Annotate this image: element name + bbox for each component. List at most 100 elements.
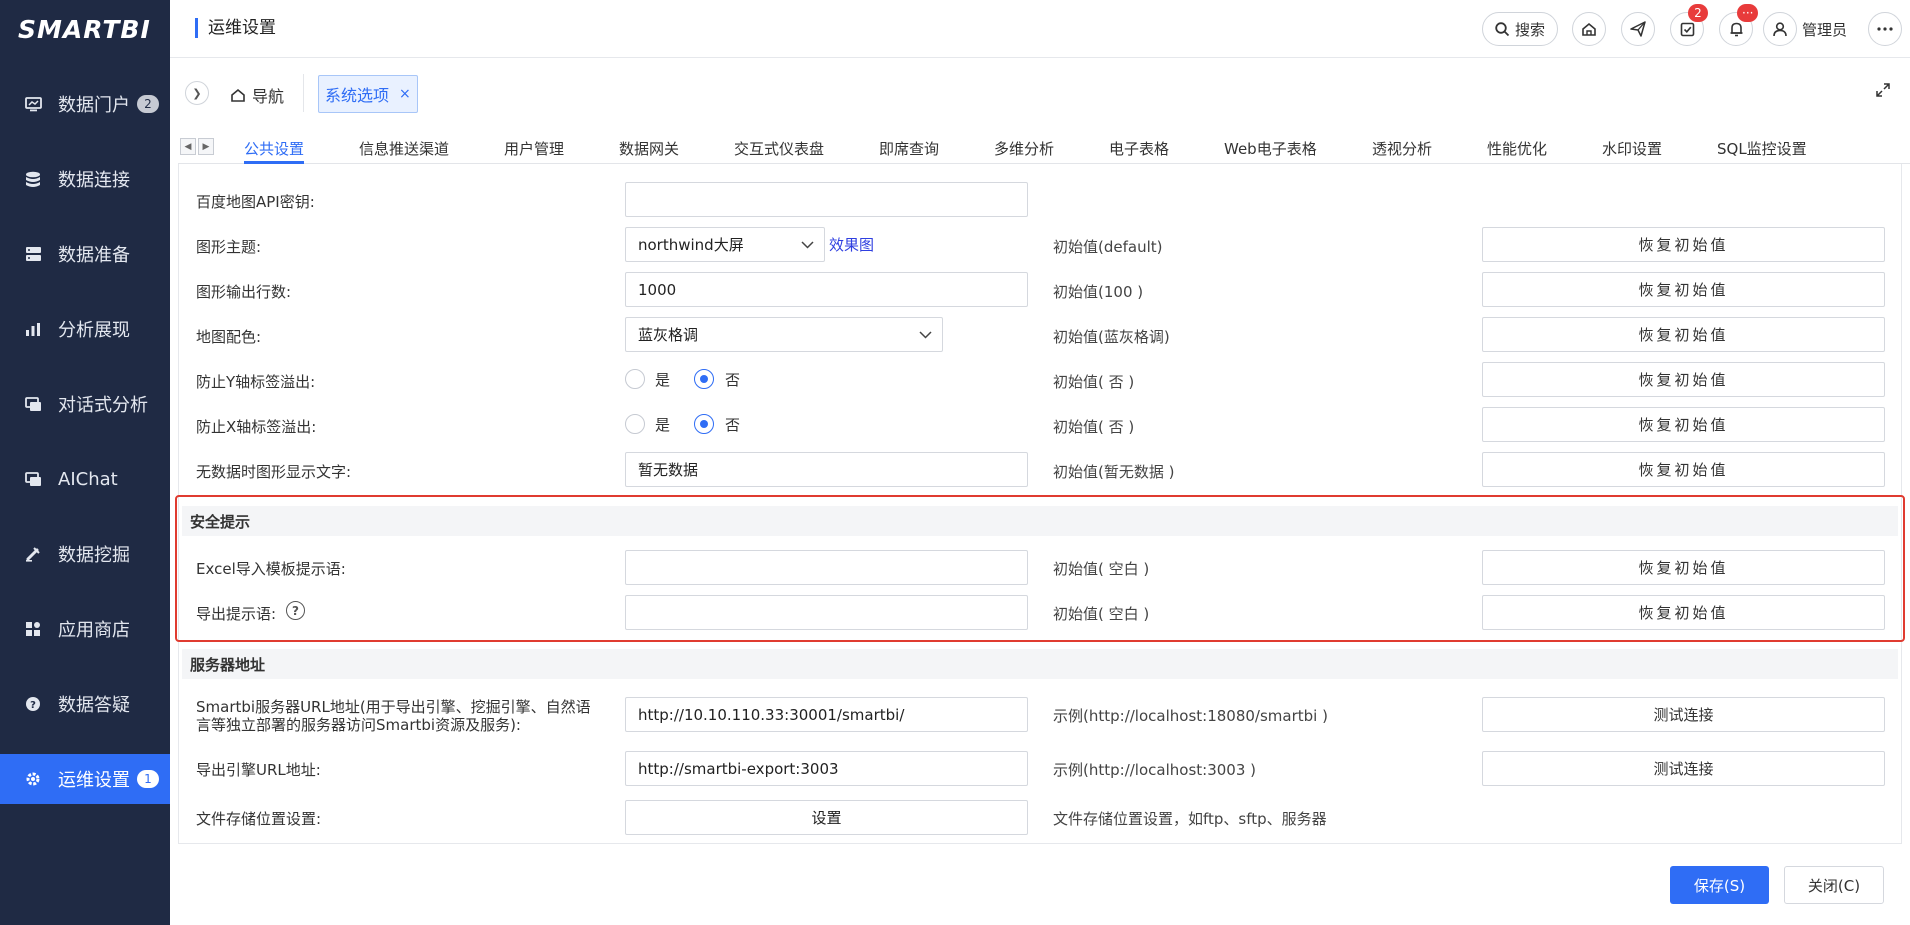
- sidebar-item-ops-settings[interactable]: 运维设置 1: [0, 754, 170, 804]
- send-button[interactable]: [1621, 12, 1655, 46]
- settings-subtabs: ◀ ▶ 公共设置 信息推送渠道 用户管理 数据网关 交互式仪表盘 即席查询 多维…: [178, 128, 1910, 164]
- subtab-sql-monitor[interactable]: SQL监控设置: [1717, 138, 1807, 159]
- subtab-olap[interactable]: 多维分析: [994, 138, 1054, 159]
- search-button[interactable]: 搜索: [1482, 12, 1558, 46]
- home-icon: [231, 88, 245, 102]
- export-hint-input[interactable]: [625, 595, 1028, 630]
- reset-button[interactable]: 恢复初始值: [1482, 227, 1885, 262]
- map-color-select[interactable]: 蓝灰格调: [625, 317, 943, 352]
- sidebar-item-data-connection[interactable]: 数据连接: [0, 154, 170, 204]
- subtab-adhoc-query[interactable]: 即席查询: [879, 138, 939, 159]
- svg-text:?: ?: [30, 700, 36, 711]
- sidebar-item-conversational[interactable]: 对话式分析: [0, 379, 170, 429]
- x-axis-yes-radio[interactable]: [625, 414, 645, 434]
- tasks-button[interactable]: 2: [1670, 4, 1708, 46]
- nav-label: 导航: [252, 87, 285, 106]
- select-value: northwind大屏: [638, 236, 744, 254]
- sidebar-item-label: 分析展现: [58, 320, 130, 341]
- no-data-text-input[interactable]: 暂无数据: [625, 452, 1028, 487]
- baidu-map-key-input[interactable]: [625, 182, 1028, 217]
- sidebar: SMARTBI 数据门户 2 数据连接 数据准备 分析展现 对话式分析 AICh…: [0, 0, 170, 925]
- fullscreen-button[interactable]: [1875, 82, 1891, 102]
- reset-button[interactable]: 恢复初始值: [1482, 407, 1885, 442]
- smartbi-logo: SMARTBI: [18, 14, 151, 44]
- notifications-button[interactable]: ···: [1719, 4, 1759, 46]
- subtab-data-gateway[interactable]: 数据网关: [619, 138, 679, 159]
- scroll-right-button[interactable]: ▶: [198, 138, 214, 155]
- reset-button[interactable]: 恢复初始值: [1482, 317, 1885, 352]
- gear-icon: [24, 770, 42, 788]
- sidebar-item-label: AIChat: [58, 468, 118, 490]
- y-axis-yes-radio[interactable]: [625, 369, 645, 389]
- chart-theme-select[interactable]: northwind大屏: [625, 227, 825, 262]
- subtab-public-settings[interactable]: 公共设置: [244, 138, 304, 159]
- help-icon[interactable]: ?: [286, 601, 305, 620]
- sidebar-item-label: 运维设置: [58, 770, 130, 791]
- chevron-right-icon: ❯: [192, 86, 202, 100]
- no-data-text-label: 无数据时图形显示文字:: [196, 463, 352, 481]
- portal-icon: [24, 95, 42, 113]
- home-icon: [1582, 22, 1596, 36]
- expand-nav-button[interactable]: ❯: [185, 81, 209, 105]
- export-engine-url-input[interactable]: http://smartbi-export:3003: [625, 751, 1028, 786]
- file-storage-settings-button[interactable]: 设置: [625, 800, 1028, 835]
- reset-button[interactable]: 恢复初始值: [1482, 272, 1885, 307]
- sidebar-item-label: 数据准备: [58, 245, 130, 266]
- reset-button[interactable]: 恢复初始值: [1482, 550, 1885, 585]
- count-badge: 1: [137, 770, 159, 788]
- subtab-performance[interactable]: 性能优化: [1487, 138, 1547, 159]
- subtab-user-management[interactable]: 用户管理: [504, 138, 564, 159]
- database-icon: [24, 170, 42, 188]
- tab-system-options[interactable]: 系统选项 ×: [318, 75, 418, 113]
- user-icon: [1773, 22, 1787, 37]
- sidebar-item-data-portal[interactable]: 数据门户 2: [0, 79, 170, 129]
- chart-output-rows-input[interactable]: 1000: [625, 272, 1028, 307]
- subtab-watermark[interactable]: 水印设置: [1602, 138, 1662, 159]
- reset-button[interactable]: 恢复初始值: [1482, 362, 1885, 397]
- initial-value-text: 初始值( 否 ): [1053, 373, 1135, 391]
- radio-label: 否: [725, 416, 741, 434]
- y-axis-no-radio[interactable]: [694, 369, 714, 389]
- sidebar-item-label: 数据连接: [58, 170, 130, 191]
- x-axis-overflow-label: 防止X轴标签溢出:: [196, 418, 317, 436]
- server-url-input[interactable]: http://10.10.110.33:30001/smartbi/: [625, 697, 1028, 732]
- test-connection-button[interactable]: 测试连接: [1482, 697, 1885, 732]
- notification-badge: ···: [1737, 4, 1759, 22]
- sidebar-item-app-store[interactable]: 应用商店: [0, 604, 170, 654]
- sidebar-item-data-mining[interactable]: 数据挖掘: [0, 529, 170, 579]
- radio-label: 否: [725, 371, 741, 389]
- section-server-header: 服务器地址: [182, 649, 1898, 679]
- reset-button[interactable]: 恢复初始值: [1482, 452, 1885, 487]
- excel-import-hint-input[interactable]: [625, 550, 1028, 585]
- preview-link[interactable]: 效果图: [829, 234, 874, 255]
- top-header: 运维设置 搜索 2 ··· 管理员: [170, 0, 1910, 58]
- scroll-left-button[interactable]: ◀: [180, 138, 196, 155]
- test-connection-button[interactable]: 测试连接: [1482, 751, 1885, 786]
- sidebar-item-label: 应用商店: [58, 620, 130, 641]
- initial-value-text: 初始值(100 ): [1053, 283, 1144, 301]
- subtab-spreadsheet[interactable]: 电子表格: [1109, 138, 1169, 159]
- user-avatar[interactable]: [1763, 12, 1797, 46]
- more-button[interactable]: [1868, 12, 1902, 46]
- subtab-push-channels[interactable]: 信息推送渠道: [359, 138, 449, 159]
- chevron-down-icon: [801, 240, 814, 249]
- subtab-web-spreadsheet[interactable]: Web电子表格: [1224, 138, 1317, 159]
- close-icon[interactable]: ×: [399, 86, 411, 102]
- example-text: 示例(http://localhost:18080/smartbi ): [1053, 707, 1328, 725]
- sidebar-item-aichat[interactable]: AIChat: [0, 454, 170, 504]
- initial-value-text: 初始值(default): [1053, 238, 1163, 256]
- sidebar-item-qa[interactable]: ? 数据答疑: [0, 679, 170, 729]
- file-storage-hint: 文件存储位置设置，如ftp、sftp、服务器: [1053, 810, 1327, 828]
- x-axis-no-radio[interactable]: [694, 414, 714, 434]
- user-name[interactable]: 管理员: [1802, 19, 1847, 40]
- reset-button[interactable]: 恢复初始值: [1482, 595, 1885, 630]
- close-button[interactable]: 关闭(C): [1784, 866, 1884, 904]
- subtab-pivot[interactable]: 透视分析: [1372, 138, 1432, 159]
- nav-home-tab[interactable]: 导航: [230, 83, 284, 107]
- sidebar-item-data-prep[interactable]: 数据准备: [0, 229, 170, 279]
- subtab-dashboard[interactable]: 交互式仪表盘: [734, 138, 824, 159]
- sidebar-item-label: 数据挖掘: [58, 545, 130, 566]
- save-button[interactable]: 保存(S): [1670, 866, 1769, 904]
- sidebar-item-analysis[interactable]: 分析展现: [0, 304, 170, 354]
- home-button[interactable]: [1572, 12, 1606, 46]
